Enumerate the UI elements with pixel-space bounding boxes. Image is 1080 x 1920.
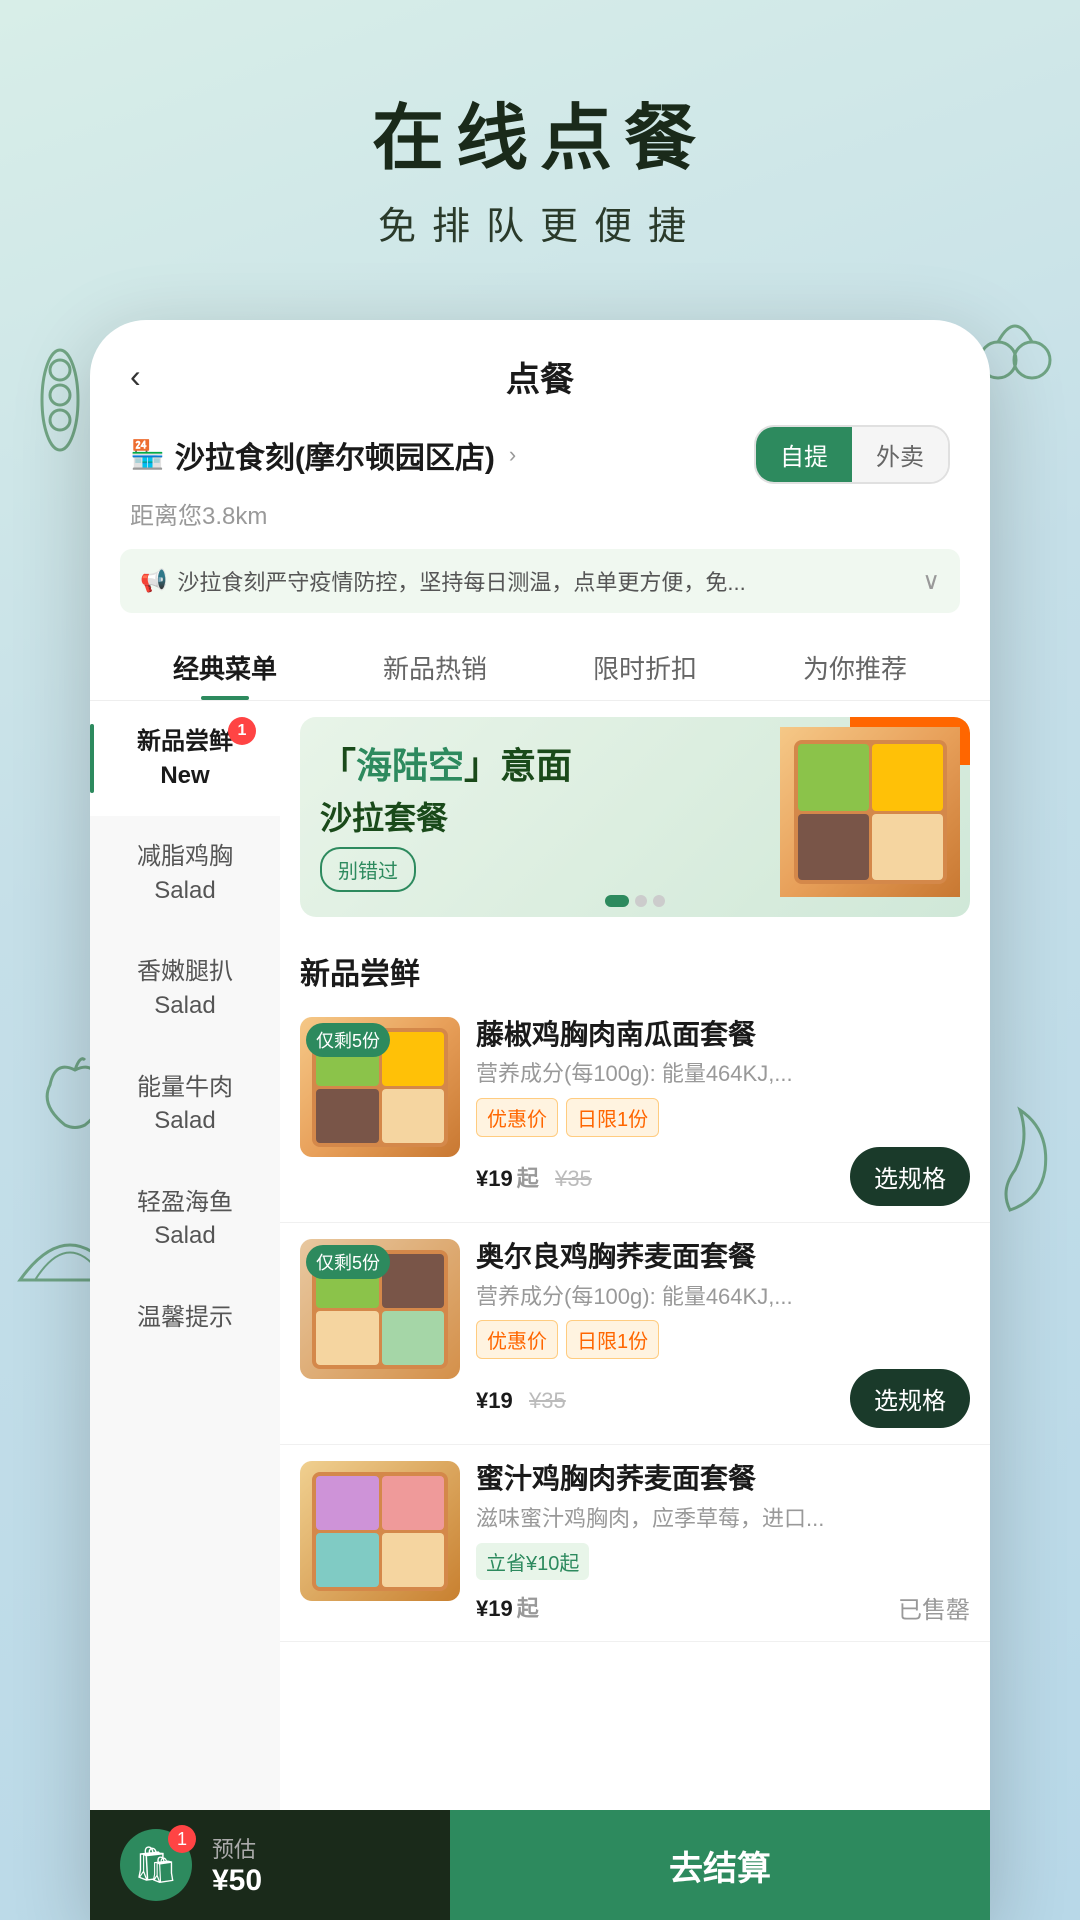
product-desc-3: 滋味蜜汁鸡胸肉，应季草莓，进口... [476,1504,970,1535]
sidebar: 新品尝鲜 New 1 减脂鸡胸 Salad 香嫩腿扒 Salad 能量牛肉 Sa… [90,701,280,1920]
sidebar-item-new[interactable]: 新品尝鲜 New 1 [90,701,280,816]
sidebar-item-tips[interactable]: 温馨提示 [90,1277,280,1359]
notice-bar: 📢 沙拉食刻严守疫情防控，坚持每日测温，点单更方便，免... ∨ [120,549,960,613]
category-tabs: 经典菜单 新品热销 限时折扣 为你推荐 [90,621,990,701]
tag-discount-1: 优惠价 [476,1098,558,1137]
cat-tab-new[interactable]: 新品热销 [330,637,540,700]
banner-image [780,727,960,897]
product-desc-2: 营养成分(每100g): 能量464KJ,... [476,1282,970,1313]
sidebar-item-beef[interactable]: 能量牛肉 Salad [90,1047,280,1162]
store-arrow-icon: › [509,442,516,468]
banner-dot-1 [605,895,629,907]
cart-label: 预估 [212,1832,262,1864]
product-desc-1: 营养成分(每100g): 能量464KJ,... [476,1059,970,1090]
product-info-2: 奥尔良鸡胸荞麦面套餐 营养成分(每100g): 能量464KJ,... 优惠价 … [476,1239,970,1428]
phone-frame: ‹ 点餐 🏪 沙拉食刻(摩尔顿园区店) › 自提 外卖 距离您3.8km 📢 沙… [90,320,990,1920]
product-item-3: 蜜汁鸡胸肉荞麦面套餐 滋味蜜汁鸡胸肉，应季草莓，进口... 立省¥10起 ¥19… [280,1445,990,1641]
product-name-1: 藤椒鸡胸肉南瓜面套餐 [476,1017,970,1053]
notice-content: 📢 沙拉食刻严守疫情防控，坚持每日测温，点单更方便，免... [140,565,922,597]
sidebar-item-chicken[interactable]: 减脂鸡胸 Salad [90,816,280,931]
banner-dot-3 [653,895,665,907]
banner-dot-2 [635,895,647,907]
notice-icon: 📢 [140,568,167,594]
product-select-btn-2[interactable]: 选规格 [850,1369,970,1428]
product-name-3: 蜜汁鸡胸肉荞麦面套餐 [476,1461,970,1497]
product-price-2: ¥19 [476,1382,521,1415]
product-info-1: 藤椒鸡胸肉南瓜面套餐 营养成分(每100g): 能量464KJ,... 优惠价 … [476,1017,970,1206]
product-name-2: 奥尔良鸡胸荞麦面套餐 [476,1239,970,1275]
tag-discount-2: 优惠价 [476,1320,558,1359]
product-tags-3: 立省¥10起 [476,1543,970,1580]
banner-dots [605,895,665,907]
product-price-row-3: ¥19起 已售罄 [476,1590,970,1625]
tag-save-3: 立省¥10起 [476,1543,589,1580]
cart-info: 预估 ¥50 [212,1832,262,1898]
product-item-2: 仅剩5份 奥尔良鸡胸荞麦面套餐 营养成分(每100g): 能量464KJ,...… [280,1223,990,1445]
store-tabs: 自提 外卖 [754,425,950,484]
bottom-bar: 🛍 1 预估 ¥50 去结算 [90,1810,990,1920]
product-tags-1: 优惠价 日限1份 [476,1098,970,1137]
banner-button[interactable]: 别错过 [320,847,416,892]
store-name-area[interactable]: 🏪 沙拉食刻(摩尔顿园区店) › [130,433,516,477]
product-price-original-1: ¥35 [555,1166,592,1191]
back-button[interactable]: ‹ [130,358,141,395]
banner[interactable]: 新品尝鲜 「海陆空」意面 沙拉套餐 别错过 [300,717,970,917]
cat-tab-recommend[interactable]: 为你推荐 [750,637,960,700]
tab-pickup[interactable]: 自提 [756,427,852,482]
store-row: 🏪 沙拉食刻(摩尔顿园区店) › 自提 外卖 [90,417,990,492]
cart-icon: 🛍 [133,1844,179,1886]
header-title: 在线点餐 [0,100,1080,179]
product-price-3: ¥19起 [476,1590,539,1623]
tab-delivery[interactable]: 外卖 [852,427,948,482]
cat-tab-classic[interactable]: 经典菜单 [120,637,330,700]
product-stock-badge-1: 仅剩5份 [306,1023,390,1057]
cat-tab-sale[interactable]: 限时折扣 [540,637,750,700]
cart-area[interactable]: 🛍 1 预估 ¥50 [90,1810,450,1920]
store-distance: 距离您3.8km [90,492,990,541]
product-tags-2: 优惠价 日限1份 [476,1320,970,1359]
page-title: 点餐 [506,352,574,401]
product-price-area-3: ¥19起 [476,1590,539,1624]
sidebar-badge-new: 1 [228,717,256,745]
cart-badge: 1 [168,1825,196,1853]
right-content: 新品尝鲜 「海陆空」意面 沙拉套餐 别错过 [280,701,990,1920]
product-price-area-1: ¥19起 ¥35 [476,1160,592,1194]
product-item-1: 仅剩5份 藤椒鸡胸肉南瓜面套餐 营养成分(每100g): 能量464KJ,...… [280,1001,990,1223]
cart-price: ¥50 [212,1864,262,1898]
product-image-2: 仅剩5份 [300,1239,460,1379]
tag-limit-1: 日限1份 [566,1098,659,1137]
notice-text: 沙拉食刻严守疫情防控，坚持每日测温，点单更方便，免... [177,565,922,597]
product-image-3 [300,1461,460,1601]
checkout-button[interactable]: 去结算 [450,1810,990,1920]
product-price-row-2: ¥19 ¥35 选规格 [476,1369,970,1428]
section-title: 新品尝鲜 [280,933,990,1001]
notice-expand-icon[interactable]: ∨ [922,567,940,596]
product-select-btn-1[interactable]: 选规格 [850,1147,970,1206]
product-price-original-2: ¥35 [529,1388,566,1413]
product-price-1: ¥19起 [476,1160,547,1193]
store-icon: 🏪 [130,438,165,471]
product-info-3: 蜜汁鸡胸肉荞麦面套餐 滋味蜜汁鸡胸肉，应季草莓，进口... 立省¥10起 ¥19… [476,1461,970,1624]
product-sold-out-3: 已售罄 [898,1590,970,1625]
sidebar-item-leg[interactable]: 香嫩腿扒 Salad [90,931,280,1046]
nav-bar: ‹ 点餐 [90,320,990,417]
sidebar-item-fish[interactable]: 轻盈海鱼 Salad [90,1162,280,1277]
product-price-area-2: ¥19 ¥35 [476,1382,566,1416]
product-stock-badge-2: 仅剩5份 [306,1245,390,1279]
store-name: 沙拉食刻(摩尔顿园区店) [175,433,495,477]
tag-limit-2: 日限1份 [566,1320,659,1359]
cart-icon-wrap: 🛍 1 [120,1829,192,1901]
product-price-row-1: ¥19起 ¥35 选规格 [476,1147,970,1206]
header-subtitle: 免排队更便捷 [0,195,1080,250]
main-content: 新品尝鲜 New 1 减脂鸡胸 Salad 香嫩腿扒 Salad 能量牛肉 Sa… [90,701,990,1920]
product-image-1: 仅剩5份 [300,1017,460,1157]
header-section: 在线点餐 免排队更便捷 [0,0,1080,290]
